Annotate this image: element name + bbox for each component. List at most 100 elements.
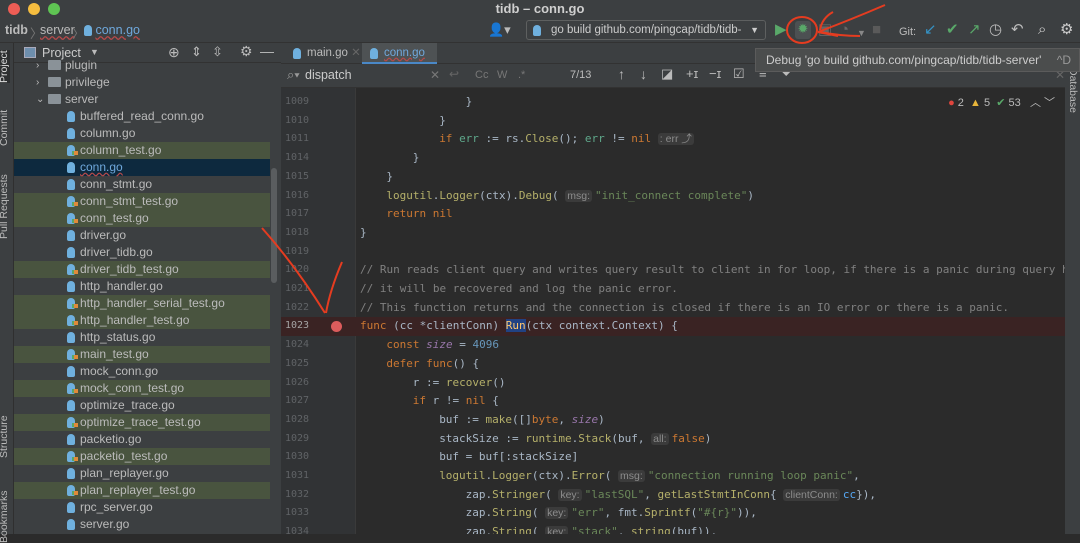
line-number[interactable]: 1026 [285,374,315,393]
line-number[interactable]: 1009 [285,93,315,112]
tool-window-database[interactable]: Database [1067,68,1079,113]
close-window-button[interactable] [8,3,20,15]
tree-file[interactable]: conn_stmt_test.go [14,193,270,210]
line-number[interactable]: 1016 [285,187,315,206]
run-icon[interactable]: ▶ [775,22,787,38]
line-number[interactable]: 1024 [285,336,315,355]
line-number[interactable]: 1032 [285,486,315,505]
code-line[interactable]: 1015} [281,168,1065,187]
code-line[interactable]: 1032 zap.Stringer( key: "lastSQL", getLast… [281,486,1065,505]
next-highlight-icon[interactable]: ﹀ [1044,97,1055,109]
tab-main-go[interactable]: main.go ✕ [285,43,361,64]
minimize-window-button[interactable] [28,3,40,15]
code-line[interactable]: 1026 r := recover() [281,374,1065,393]
profile-icon[interactable]: ◔ [840,22,849,38]
tree-file[interactable]: optimize_trace.go [14,397,270,414]
new-line-icon[interactable]: ↩ [449,67,459,81]
coverage-icon[interactable]: ▣ [818,22,832,38]
search-icon[interactable]: ⌕▾ [287,67,300,83]
line-number[interactable]: 1028 [285,411,315,430]
tree-file[interactable]: column_test.go [14,142,270,159]
tool-window-commit[interactable]: Commit [0,110,10,146]
tree-scrollbar[interactable] [271,168,277,283]
tool-window-bookmarks[interactable]: Bookmarks [0,490,10,543]
code-line[interactable]: 1034 zap.String( key: "stack", string(buf)… [281,523,1065,534]
git-push-icon[interactable]: ↗ [968,22,981,38]
inspection-widget[interactable]: ● 2 ▲ 5 ✔ 53 ︿ ﹀ [948,94,1055,110]
code-line[interactable]: 1010} [281,112,1065,131]
tree-file[interactable]: packetio_test.go [14,448,270,465]
code-line[interactable]: 1023 func (cc *clientConn) Run(ctx contex… [281,317,1065,337]
chevron-right-icon[interactable]: › [36,57,39,74]
git-commit-icon[interactable]: ✔ [946,22,959,38]
line-number[interactable]: 1015 [285,168,315,187]
code-line[interactable]: 1024 const size = 4096 [281,336,1065,355]
code-line[interactable]: 1011 if err := rs.Close(); err != nil : e… [281,130,1065,149]
line-number[interactable]: 1034 [285,523,315,534]
code-line[interactable]: 1017 return nil [281,205,1065,224]
tree-file[interactable]: http_handler_serial_test.go [14,295,270,312]
tab-conn-go[interactable]: conn.go ✕ [362,43,437,79]
tree-file[interactable]: http_status.go [14,329,270,346]
line-number[interactable]: 1033 [285,504,315,523]
tree-file[interactable]: mock_conn_test.go [14,380,270,397]
next-occurrence-icon[interactable]: ↓ [640,66,647,82]
code-line[interactable]: 1025 defer func() { [281,355,1065,374]
breadcrumb-file[interactable]: conn.go [84,23,140,37]
line-number[interactable]: 1031 [285,467,315,486]
tool-window-pull-requests[interactable]: Pull Requests [0,174,10,239]
line-number[interactable]: 1020 [285,261,315,280]
tree-folder[interactable]: › privilege [14,74,270,91]
line-number[interactable]: 1025 [285,355,315,374]
code-line[interactable]: 1021 // it will be recovered and log the … [281,280,1065,299]
tree-file[interactable]: column.go [14,125,270,142]
previous-highlight-icon[interactable]: ︿ [1030,97,1041,109]
tree-file[interactable]: http_handler_test.go [14,312,270,329]
tree-folder[interactable]: ⌄ server [14,91,270,108]
code-line[interactable]: 1027 if r != nil { [281,392,1065,411]
line-number[interactable]: 1022 [285,299,315,318]
code-line[interactable]: 1014} [281,149,1065,168]
tree-folder[interactable]: › plugin [14,57,270,74]
tree-file[interactable]: conn.go [14,159,270,176]
rollback-icon[interactable]: ↶ [1011,22,1024,38]
chevron-down-icon[interactable]: ⌄ [36,91,44,108]
select-all-occurrences-icon[interactable]: ☑ [733,66,745,82]
open-in-window-icon[interactable]: ◪ [661,66,673,82]
line-number[interactable]: 1014 [285,149,315,168]
run-configuration-select[interactable]: go build github.com/pingcap/tidb/tidb-se… [526,20,766,54]
chevron-down-icon[interactable]: ▼ [90,47,99,57]
debug-icon[interactable]: ✹ [795,21,811,39]
tree-file[interactable]: optimize_trace_test.go [14,414,270,431]
tree-file[interactable]: driver_tidb_test.go [14,261,270,278]
code-line[interactable]: 1019 [281,243,1065,262]
line-number[interactable]: 1011 [285,130,315,149]
line-number[interactable]: 1017 [285,205,315,224]
add-occurrence-icon[interactable]: +ɪ [686,66,698,81]
settings-icon[interactable]: ⚙ [1060,22,1073,38]
chevron-right-icon[interactable]: › [36,74,39,91]
regex-toggle[interactable]: .* [518,69,525,81]
line-number[interactable]: 1010 [285,112,315,131]
git-update-icon[interactable]: ↙ [924,22,937,38]
tree-file[interactable]: packetio.go [14,431,270,448]
breadcrumb-project[interactable]: tidb [5,23,28,37]
tree-file[interactable]: conn_stmt.go [14,176,270,193]
line-number[interactable]: 1029 [285,430,315,449]
tree-file[interactable]: server.go [14,516,270,533]
line-number[interactable]: 1019 [285,243,315,262]
line-number[interactable]: 1023 [285,317,315,336]
code-line[interactable]: 1018} [281,224,1065,243]
stop-icon[interactable]: ■ [872,22,881,38]
remove-occurrence-icon[interactable]: −ɪ [709,66,721,81]
tool-window-structure[interactable]: Structure [0,415,10,458]
match-case-toggle[interactable]: Cc [475,69,488,81]
close-tab-icon[interactable]: ✕ [351,47,361,59]
breakpoint-icon[interactable] [331,321,342,333]
tree-file[interactable]: buffered_read_conn.go [14,108,270,125]
code-line[interactable]: 1020 // Run reads client query and writes… [281,261,1065,280]
line-number[interactable]: 1021 [285,280,315,299]
tree-file[interactable]: plan_replayer.go [14,465,270,482]
maximize-window-button[interactable] [48,3,60,15]
code-line[interactable]: 1028 buf := make([]byte, size) [281,411,1065,430]
